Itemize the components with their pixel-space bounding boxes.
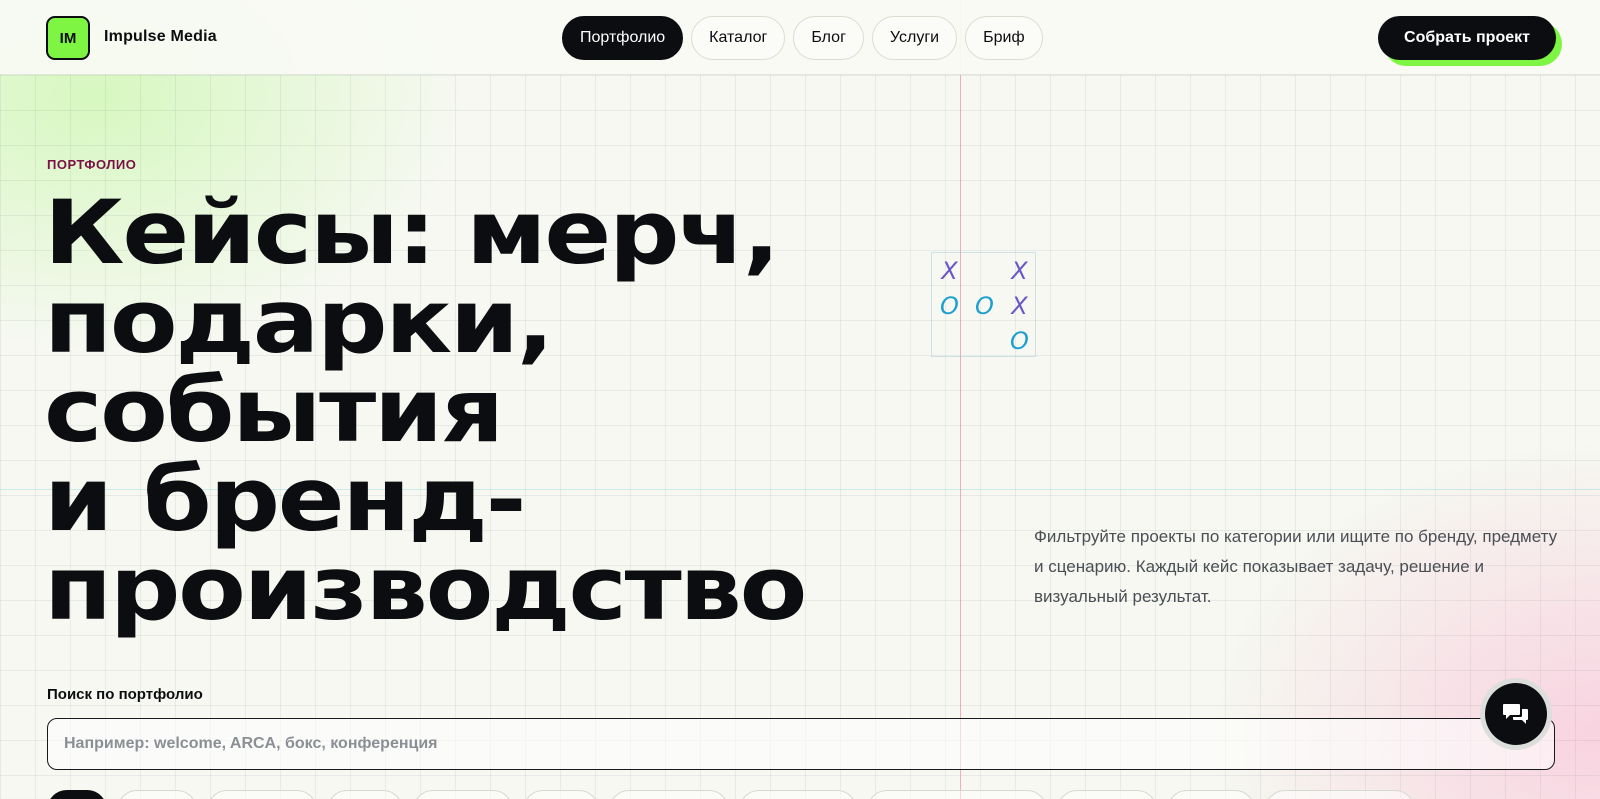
portfolio-search-input[interactable] [47,718,1555,770]
nav-item-catalog[interactable]: Каталог [691,16,786,60]
page-title-line: подарки, [44,270,554,373]
filter-chip[interactable] [1057,790,1157,799]
page-title: Кейсы: мерч, подарки, события и бренд- п… [44,188,1052,633]
page-title-line: и бренд- [44,448,527,551]
build-project-button[interactable]: Собрать проект [1378,16,1556,60]
chat-button[interactable] [1485,683,1547,745]
filter-chip[interactable] [47,790,107,799]
filter-chip[interactable] [207,790,317,799]
category-filter-chips [47,790,1415,799]
filter-chip[interactable] [739,790,857,799]
logo-mark[interactable]: IM [46,16,90,60]
nav-item-portfolio[interactable]: Портфолио [562,16,684,60]
section-eyebrow: ПОРТФОЛИО [47,157,137,172]
nav-item-services[interactable]: Услуги [871,16,958,60]
main-nav: Портфолио Каталог Блог Услуги Бриф [562,16,1043,60]
hero-description: Фильтруйте проекты по категории или ищит… [1034,527,1558,606]
tic-tac-toe-cell[interactable] [967,323,1002,358]
nav-item-brief[interactable]: Бриф [965,16,1043,60]
tic-tac-toe-cell[interactable]: X [932,253,967,288]
tic-tac-toe-cell[interactable] [932,323,967,358]
tic-tac-toe-cell[interactable]: O [1002,323,1037,358]
page-title-line: события [44,359,504,462]
brand-name[interactable]: Impulse Media [104,28,217,46]
tic-tac-toe-cell[interactable]: X [1002,253,1037,288]
filter-chip[interactable] [609,790,729,799]
filter-chip[interactable] [1265,790,1415,799]
filter-chip[interactable] [1167,790,1255,799]
site-header: IM Impulse Media Портфолио Каталог Блог … [0,0,1600,75]
filter-chip[interactable] [327,790,403,799]
tic-tac-toe-board[interactable]: X X O O X O [931,252,1036,357]
tic-tac-toe-cell[interactable]: X [1002,288,1037,323]
chat-bubbles-icon [1503,704,1528,724]
page-title-line: Кейсы: мерч, [44,181,780,284]
filter-chip[interactable] [523,790,599,799]
tic-tac-toe-cell[interactable]: O [932,288,967,323]
filter-chip[interactable] [117,790,197,799]
nav-item-blog[interactable]: Блог [793,16,864,60]
filter-chip[interactable] [867,790,1047,799]
tic-tac-toe-cell[interactable] [967,253,1002,288]
filter-chip[interactable] [413,790,513,799]
search-label: Поиск по портфолио [47,686,203,703]
tic-tac-toe-cell[interactable]: O [967,288,1002,323]
page-title-line: производство [44,537,807,640]
